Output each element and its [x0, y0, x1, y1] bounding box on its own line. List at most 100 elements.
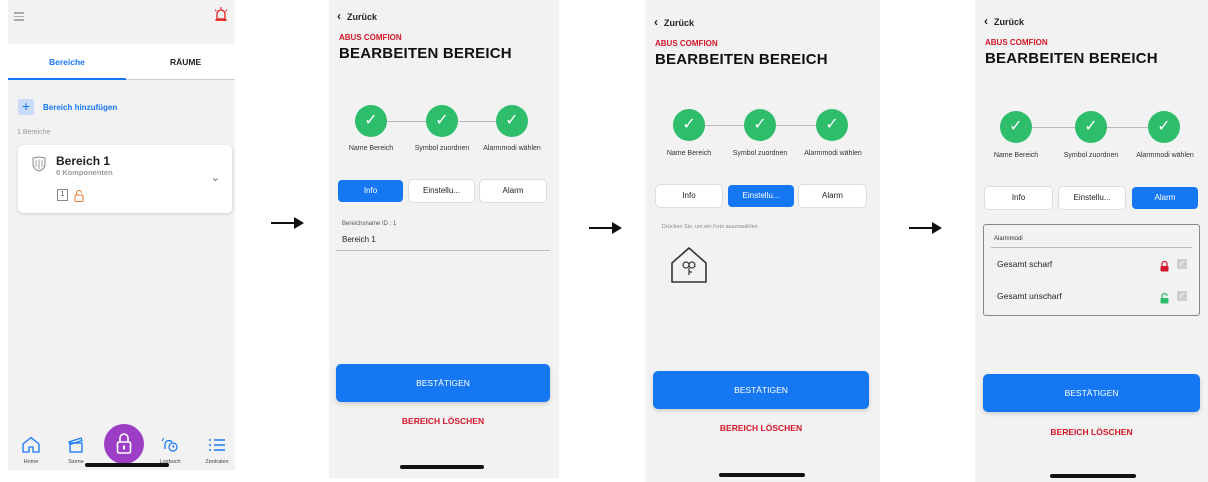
chevron-left-icon: ‹ — [984, 14, 988, 28]
tab-settings[interactable]: Einstellu... — [409, 180, 474, 202]
chevron-left-icon: ‹ — [654, 15, 658, 29]
areas-list-screen: Bereiche RÄUME + Bereich hinzufügen 1 Be… — [8, 0, 235, 470]
house-icon[interactable] — [669, 245, 709, 285]
back-button[interactable]: ‹ Zurück — [654, 15, 694, 29]
step-done-icon[interactable]: ✓ — [496, 105, 528, 137]
alarm-mode-row[interactable]: Gesamt scharf ✓ — [984, 257, 1199, 273]
chevron-left-icon: ‹ — [337, 9, 341, 23]
step-label: Name Bereich — [348, 145, 394, 152]
confirm-button[interactable]: BESTÄTIGEN — [653, 371, 869, 409]
add-area-label[interactable]: Bereich hinzufügen — [43, 103, 117, 112]
area-title: Bereich 1 — [56, 154, 111, 168]
lock-icon — [1160, 259, 1169, 272]
tab-info[interactable]: Info — [656, 185, 722, 207]
add-area-row[interactable]: + Bereich hinzufügen — [18, 99, 117, 115]
lock-fab[interactable] — [104, 424, 144, 464]
nav-scene[interactable]: Szene — [59, 436, 93, 465]
nav-centrals-label: Zentralen — [205, 459, 229, 465]
step-label: Symbol zuordnen — [414, 145, 470, 152]
lock-icon — [116, 433, 132, 454]
nav-home[interactable]: Home — [14, 436, 48, 465]
alarm-mode-row[interactable]: Gesamt unscharf ✓ — [984, 289, 1199, 305]
step-done-icon[interactable]: ✓ — [673, 109, 705, 141]
tab-info[interactable]: Info — [338, 180, 403, 202]
unlock-icon — [74, 189, 84, 202]
photo-hint: Drücken Sie, um ein Foto auszuwählen — [662, 224, 758, 230]
step-done-icon[interactable]: ✓ — [355, 105, 387, 137]
stepper: ✓ ✓ ✓ Name Bereich Symbol zuordnen Alarm… — [645, 109, 880, 169]
home-indicator — [400, 465, 484, 469]
edit-area-settings-screen: ‹ Zurück ABUS COMFION BEARBEITEN BEREICH … — [645, 0, 880, 482]
nav-centrals[interactable]: Zentralen — [200, 436, 234, 465]
step-done-icon[interactable]: ✓ — [1000, 111, 1032, 143]
areas-count: 1 Bereiche — [17, 129, 51, 136]
confirm-button[interactable]: BESTÄTIGEN — [983, 374, 1200, 412]
divider — [991, 247, 1192, 248]
alarm-mode-label: Gesamt unscharf — [997, 291, 1062, 301]
component-count-badge: 1 — [57, 189, 68, 201]
chevron-down-icon[interactable]: ⌄ — [211, 171, 220, 184]
step-label: Symbol zuordnen — [732, 150, 788, 157]
field-underline — [336, 250, 550, 251]
list-icon — [209, 439, 225, 451]
back-label: Zurück — [994, 17, 1025, 27]
delete-area-button[interactable]: BEREICH LÖSCHEN — [653, 423, 869, 433]
step-done-icon[interactable]: ✓ — [426, 105, 458, 137]
back-button[interactable]: ‹ Zurück — [984, 14, 1024, 28]
stepper: ✓ ✓ ✓ Name Bereich Symbol zuordnen Alarm… — [975, 111, 1208, 171]
page-title: BEARBEITEN BEREICH — [655, 51, 828, 68]
delete-area-button[interactable]: BEREICH LÖSCHEN — [983, 427, 1200, 437]
alarm-modes-panel: Alarmmodi Gesamt scharf ✓ Gesamt unschar… — [983, 224, 1200, 316]
tab-divider — [126, 79, 235, 80]
unlock-icon — [1160, 291, 1169, 304]
active-tab-indicator — [8, 78, 126, 80]
back-label: Zurück — [664, 18, 695, 28]
tab-alarm[interactable]: Alarm — [799, 185, 866, 207]
siren-icon[interactable] — [213, 6, 229, 25]
step-label: Alarmmodi wählen — [804, 150, 862, 157]
nav-home-label: Home — [23, 459, 39, 465]
area-name-field[interactable]: Bereich 1 — [342, 235, 376, 244]
page-title: BEARBEITEN BEREICH — [339, 45, 512, 62]
checkbox[interactable]: ✓ — [1177, 259, 1187, 269]
arrow-right-icon — [909, 222, 942, 234]
tab-areas[interactable]: Bereiche — [49, 57, 85, 67]
tab-settings[interactable]: Einstellu... — [1059, 187, 1125, 209]
logbook-icon — [161, 437, 178, 452]
nav-logbook[interactable]: Logbuch — [153, 436, 187, 465]
step-label: Symbol zuordnen — [1063, 152, 1119, 159]
stepper: ✓ ✓ ✓ Name Bereich Symbol zuordnen Alarm… — [329, 105, 559, 165]
scene-icon — [68, 437, 83, 453]
brand-label: ABUS COMFION — [339, 33, 402, 42]
home-indicator — [719, 473, 805, 477]
brand-label: ABUS COMFION — [655, 39, 718, 48]
area-name-label: Bereichsname ID : 1 — [342, 221, 397, 227]
tab-settings[interactable]: Einstellu... — [728, 185, 794, 207]
shield-icon — [32, 156, 46, 172]
step-done-icon[interactable]: ✓ — [744, 109, 776, 141]
step-done-icon[interactable]: ✓ — [1075, 111, 1107, 143]
back-button[interactable]: ‹ Zurück — [337, 9, 377, 23]
area-subtitle: 0 Komponenten — [56, 168, 113, 177]
page-title: BEARBEITEN BEREICH — [985, 50, 1158, 67]
step-label: Name Bereich — [993, 152, 1039, 159]
edit-area-info-screen: ‹ Zurück ABUS COMFION BEARBEITEN BEREICH … — [329, 0, 559, 478]
arrow-right-icon — [271, 217, 304, 229]
confirm-button[interactable]: BESTÄTIGEN — [336, 364, 550, 402]
tab-rooms[interactable]: RÄUME — [170, 57, 201, 67]
home-indicator — [1050, 474, 1136, 478]
alarm-mode-label: Gesamt scharf — [997, 259, 1053, 269]
delete-area-button[interactable]: BEREICH LÖSCHEN — [336, 416, 550, 426]
tab-alarm[interactable]: Alarm — [1132, 187, 1198, 209]
arrow-right-icon — [589, 222, 622, 234]
area-card[interactable]: Bereich 1 0 Komponenten ⌄ 1 — [18, 145, 232, 213]
tab-alarm[interactable]: Alarm — [480, 180, 546, 202]
step-done-icon[interactable]: ✓ — [1148, 111, 1180, 143]
menu-icon[interactable] — [14, 12, 24, 21]
step-label: Name Bereich — [666, 150, 712, 157]
home-indicator — [85, 463, 169, 467]
tab-info[interactable]: Info — [985, 187, 1052, 209]
plus-icon[interactable]: + — [18, 99, 34, 115]
checkbox[interactable]: ✓ — [1177, 291, 1187, 301]
step-done-icon[interactable]: ✓ — [816, 109, 848, 141]
